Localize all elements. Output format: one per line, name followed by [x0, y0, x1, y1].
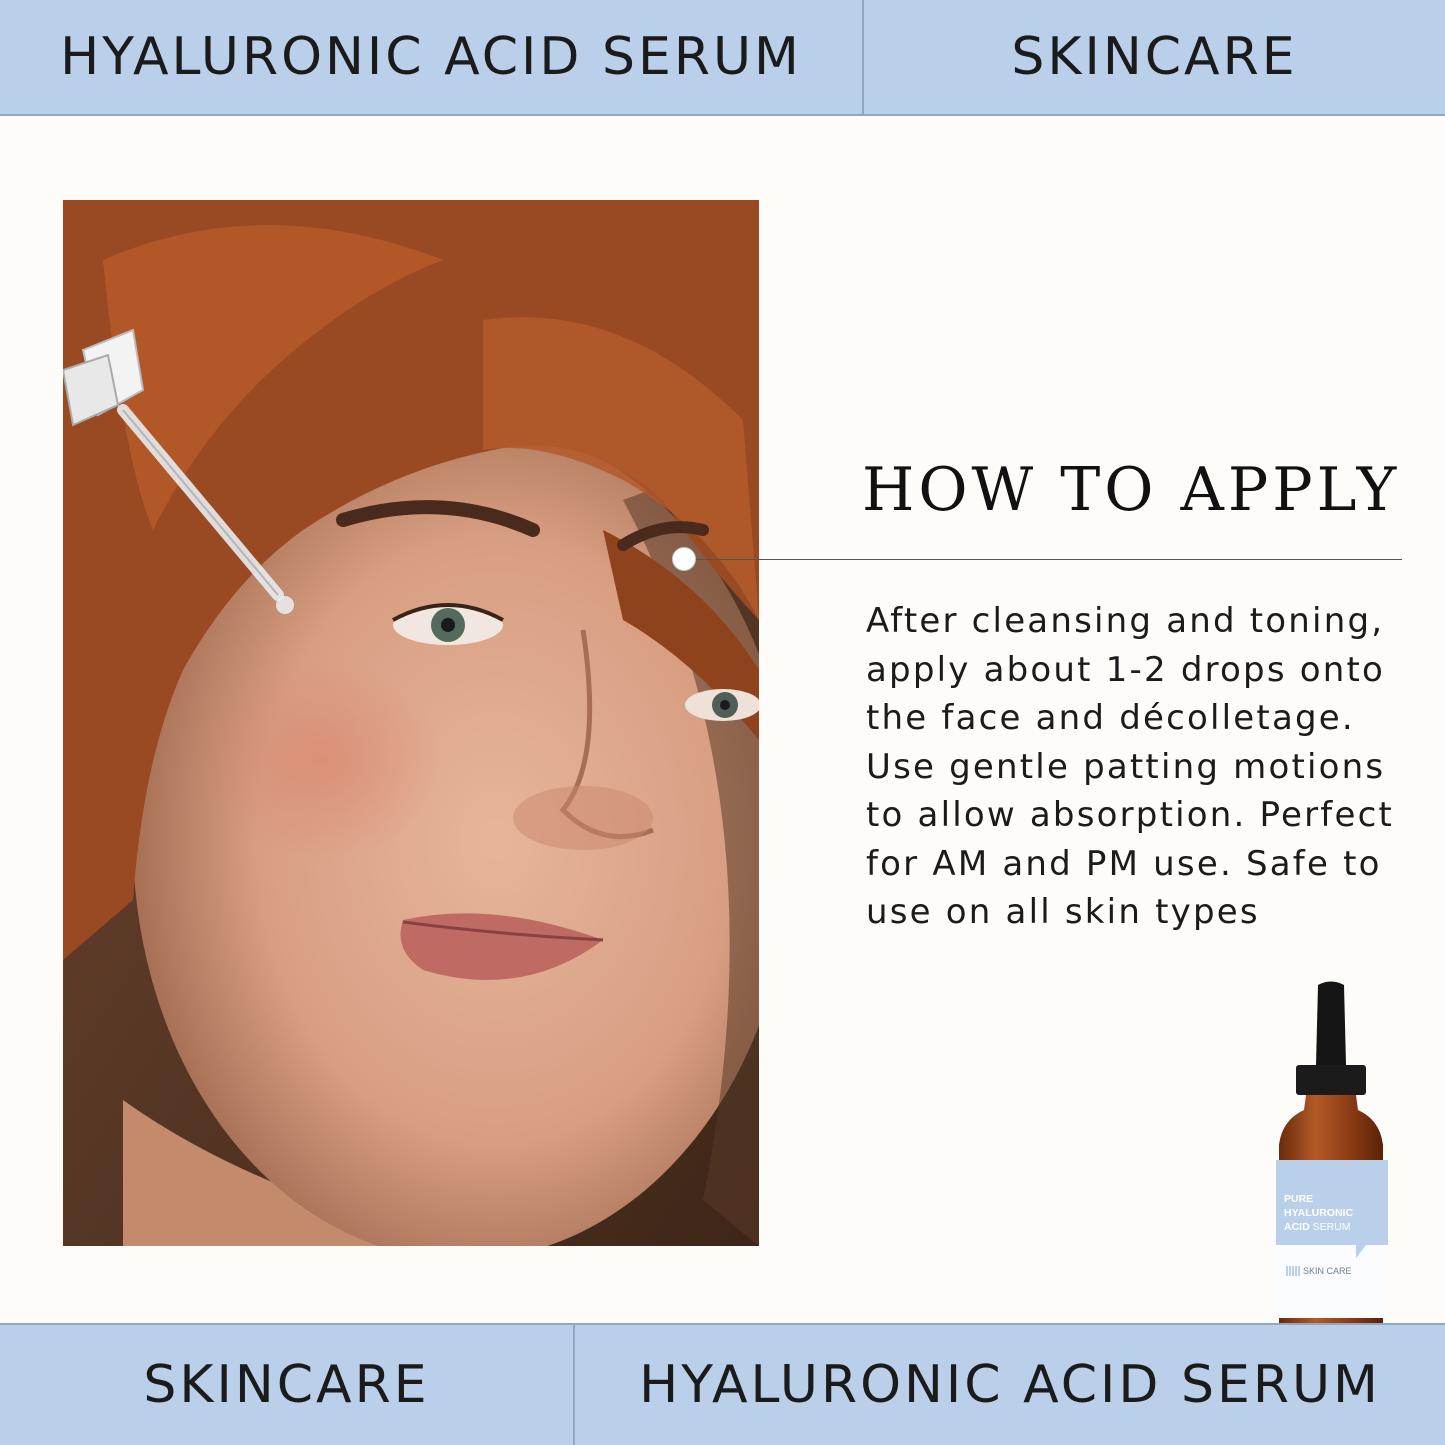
application-instructions: After cleansing and toning, apply about … [866, 601, 1395, 932]
label-line-serum: SERUM [1312, 1221, 1351, 1233]
top-banner-category: SKINCARE [1011, 27, 1298, 87]
brand-grid-icon [1286, 1266, 1300, 1276]
how-to-apply-heading: HOW TO APPLY [862, 455, 1401, 525]
bottom-banner-category: SKINCARE [143, 1355, 430, 1415]
bottom-banner: SKINCARE HYALURONIC ACID SERUM [0, 1323, 1445, 1445]
top-banner: HYALURONIC ACID SERUM SKINCARE [0, 0, 1445, 116]
top-banner-product-name: HYALURONIC ACID SERUM [60, 27, 802, 87]
label-line-pure: PURE [1284, 1193, 1314, 1205]
model-photo [63, 200, 759, 1246]
bottom-banner-product-name: HYALURONIC ACID SERUM [639, 1355, 1381, 1415]
label-line-acid: ACID [1284, 1221, 1310, 1233]
callout-dot [672, 547, 696, 571]
label-brand: SKIN CARE [1303, 1266, 1352, 1276]
serum-bottle: PURE HYALURONIC ACID SERUM SKIN CARE [1268, 980, 1394, 1346]
callout-line [686, 559, 1402, 560]
label-line-hyaluronic: HYALURONIC [1284, 1207, 1354, 1219]
